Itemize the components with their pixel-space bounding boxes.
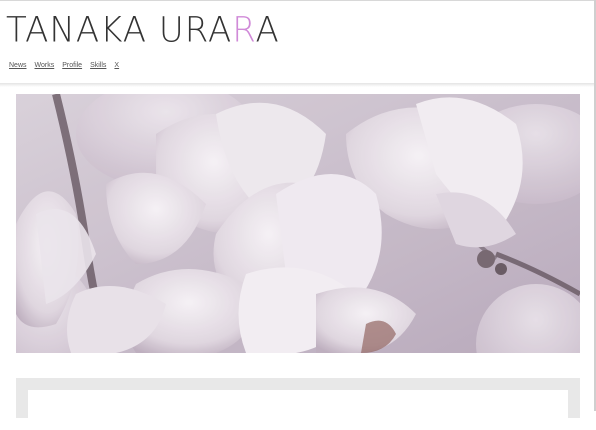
content-card — [28, 390, 568, 430]
site-logo[interactable]: TANAKA URARA — [6, 9, 280, 50]
hero-image — [16, 94, 580, 353]
logo-accent-letter: R — [232, 9, 256, 51]
nav-link-works[interactable]: Works — [35, 62, 55, 69]
nav-link-skills[interactable]: Skills — [90, 62, 106, 69]
nav-link-news[interactable]: News — [9, 62, 27, 69]
top-border — [0, 0, 596, 1]
header-divider — [0, 83, 596, 87]
nav-link-profile[interactable]: Profile — [62, 62, 82, 69]
nav-link-x[interactable]: X — [114, 62, 119, 69]
magnolia-illustration — [16, 94, 580, 353]
logo-text-end: A — [255, 9, 280, 51]
content-panel — [16, 378, 580, 430]
main-nav: News Works Profile Skills X — [9, 62, 119, 69]
logo-text-main: TANAKA URA — [6, 9, 233, 51]
